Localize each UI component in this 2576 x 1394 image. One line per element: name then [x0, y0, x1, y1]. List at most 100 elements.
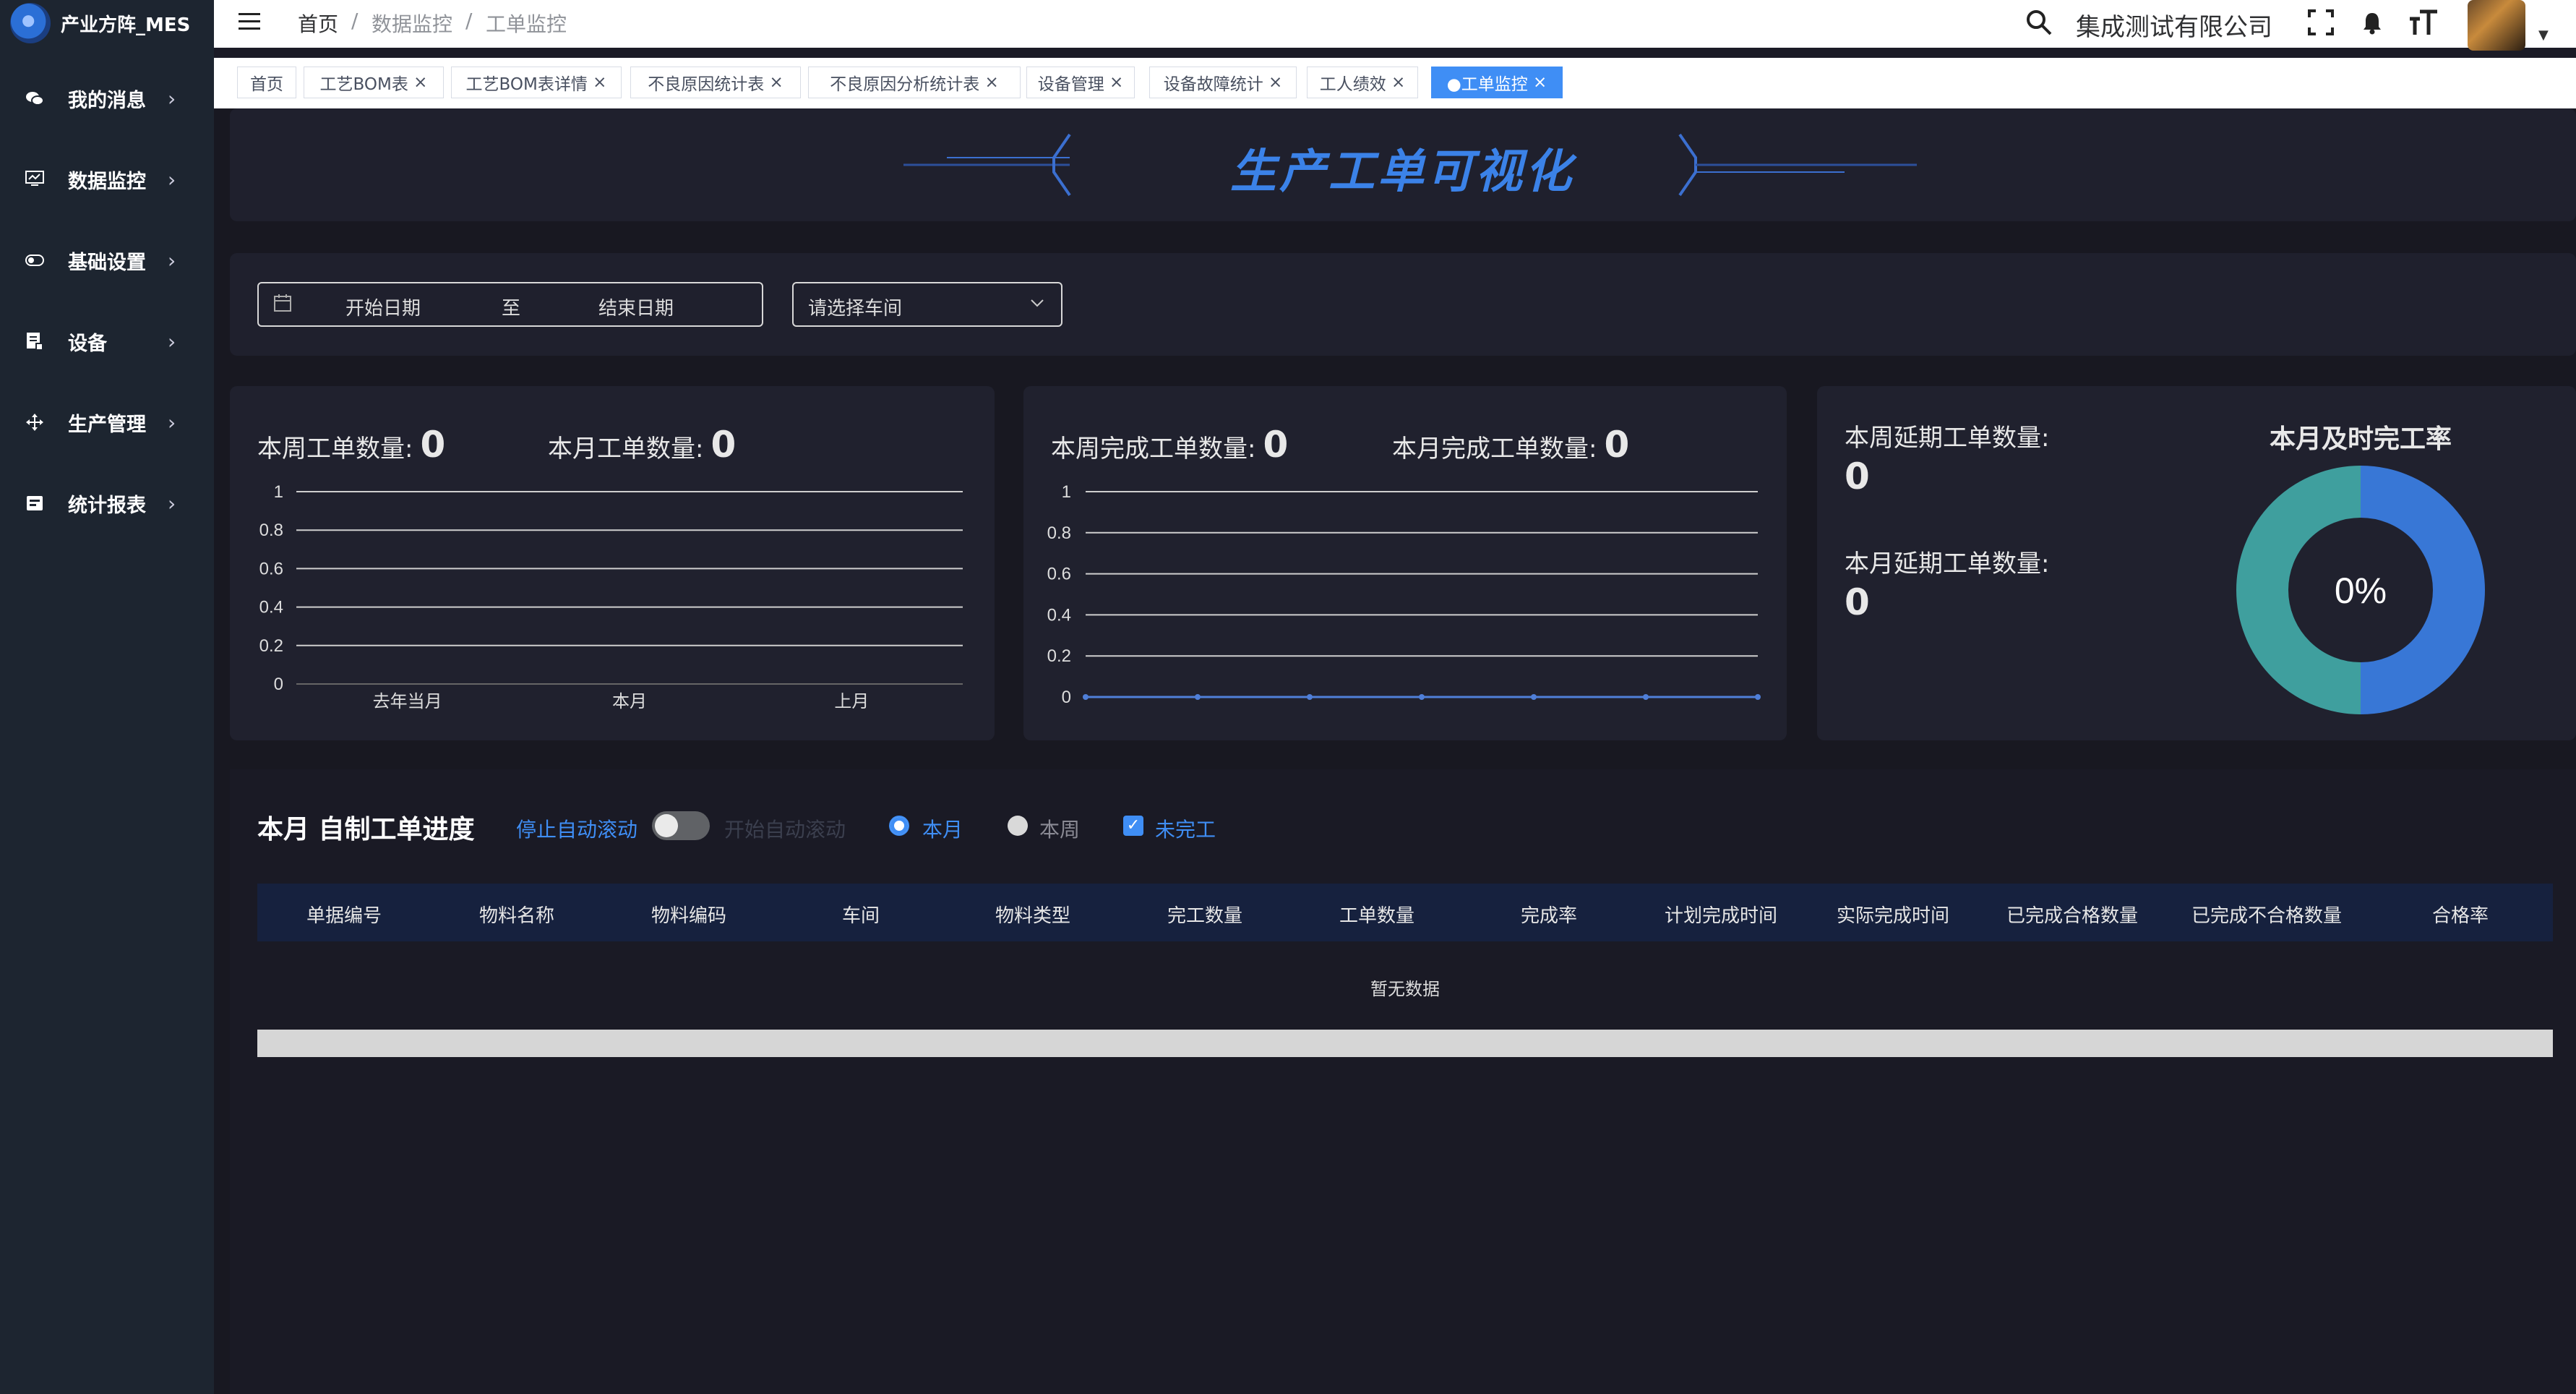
close-icon[interactable]: × [1391, 73, 1405, 92]
app-name: 产业方阵_MES [61, 14, 191, 36]
y-tick-label: 0.2 [259, 636, 283, 656]
sidebar-item-production[interactable]: 生产管理 › [0, 393, 214, 451]
chevron-right-icon: › [168, 86, 176, 111]
breadcrumb-home[interactable]: 首页 [298, 9, 338, 38]
column-header: 实际完成时间 [1836, 905, 1949, 927]
table-empty-text: 暂无数据 [1370, 979, 1440, 999]
font-size-icon[interactable] [2408, 9, 2439, 42]
column-header: 工单数量 [1339, 905, 1414, 927]
tab-label: 不良原因统计表 [648, 75, 765, 94]
sidebar-item-label: 基础设置 [68, 251, 146, 274]
end-date-input[interactable]: 结束日期 [598, 294, 674, 320]
tab-defect-stats[interactable]: 不良原因统计表 × [630, 67, 801, 98]
close-icon[interactable]: × [593, 73, 606, 92]
month-done-stat: 本月完成工单数量: 0 [1392, 424, 1629, 466]
calendar-icon [273, 294, 292, 317]
tab-label: 首页 [250, 75, 283, 94]
close-icon[interactable]: × [770, 73, 783, 92]
y-tick-label: 0.6 [1047, 565, 1071, 584]
sidebar-item-data-monitor[interactable]: 数据监控 › [0, 150, 214, 208]
sidebar-item-label: 设备 [68, 332, 107, 355]
sidebar-item-label: 数据监控 [68, 170, 146, 193]
sidebar-item-reports[interactable]: 统计报表 › [0, 474, 214, 532]
y-tick-label: 0.6 [259, 559, 283, 578]
ontime-rate-title: 本月及时完工率 [2270, 424, 2452, 454]
radio-week-label[interactable]: 本周 [1039, 814, 1080, 843]
caret-down-icon[interactable]: ▼ [2538, 27, 2549, 43]
y-tick-label: 0.8 [1047, 523, 1071, 543]
tab-home[interactable]: 首页 [237, 67, 296, 98]
column-header: 物料名称 [478, 905, 554, 927]
breadcrumb-separator: / [465, 9, 473, 33]
report-icon [25, 493, 45, 513]
app-logo[interactable]: 产业方阵_MES [10, 3, 207, 43]
radio-month[interactable] [889, 816, 909, 836]
tab-label: 工人绩效 [1319, 75, 1386, 94]
x-tick-label: 本月 [612, 692, 647, 711]
avatar[interactable] [2468, 0, 2525, 51]
column-header: 单据编号 [306, 905, 382, 927]
date-range-picker[interactable]: 开始日期 至 结束日期 [257, 282, 763, 327]
tab-worker-performance[interactable]: 工人绩效 × [1307, 67, 1418, 98]
fullscreen-icon[interactable] [2307, 9, 2335, 42]
column-header: 物料类型 [995, 905, 1070, 927]
ontime-rate-donut: 0% [2236, 466, 2485, 714]
month-done-label: 本月完成工单数量: [1392, 435, 1597, 463]
tab-work-order-monitor[interactable]: ●工单监控 × [1431, 67, 1563, 98]
chevron-right-icon: › [168, 248, 176, 273]
close-icon[interactable]: × [413, 73, 427, 92]
banner-left-decoration [903, 133, 1071, 197]
y-tick-label: 0.4 [1047, 605, 1071, 625]
month-orders-stat: 本月工单数量: 0 [548, 424, 736, 466]
donut-center-label: 0% [2335, 570, 2387, 611]
company-name[interactable]: 集成测试有限公司 [2076, 7, 2272, 43]
move-icon [25, 412, 45, 432]
close-icon[interactable]: × [985, 73, 999, 92]
tab-equipment-fault[interactable]: 设备故障统计 × [1149, 67, 1297, 98]
breadcrumb-data-monitor[interactable]: 数据监控 [372, 9, 452, 38]
tab-label: 工艺BOM表 [319, 75, 408, 94]
tab-bom-detail[interactable]: 工艺BOM表详情 × [451, 67, 622, 98]
unfinished-checkbox[interactable]: ✓ [1123, 816, 1143, 836]
search-icon[interactable] [2025, 9, 2053, 42]
workshop-select-placeholder: 请选择车间 [808, 298, 903, 320]
stop-auto-scroll-label[interactable]: 停止自动滚动 [516, 814, 637, 843]
monitor-icon [25, 169, 45, 189]
workshop-select[interactable]: 请选择车间 [792, 282, 1062, 327]
sidebar-item-equipment[interactable]: 设备 › [0, 312, 214, 370]
tab-label: 工艺BOM表详情 [465, 75, 588, 94]
unfinished-checkbox-label[interactable]: 未完工 [1155, 814, 1216, 843]
radio-week[interactable] [1008, 816, 1028, 836]
tab-bom[interactable]: 工艺BOM表 × [304, 67, 444, 98]
sidebar-item-label: 我的消息 [68, 89, 146, 112]
sidebar-item-messages[interactable]: 我的消息 › [0, 69, 214, 127]
tab-equipment[interactable]: 设备管理 × [1026, 67, 1135, 98]
banner-right-decoration [1678, 133, 1917, 197]
radio-month-label[interactable]: 本月 [922, 814, 963, 843]
week-done-value: 0 [1263, 424, 1289, 466]
chevron-right-icon: › [168, 167, 176, 192]
tab-label: 设备管理 [1037, 75, 1104, 94]
week-orders-value: 0 [420, 424, 446, 466]
data-point [1307, 694, 1313, 700]
start-auto-scroll-label[interactable]: 开始自动滚动 [724, 814, 846, 843]
auto-scroll-switch[interactable] [652, 811, 710, 840]
close-icon[interactable]: × [1109, 73, 1123, 92]
progress-title: 本月 自制工单进度 [257, 815, 475, 844]
toggle-icon [25, 250, 45, 270]
start-date-input[interactable]: 开始日期 [345, 294, 421, 320]
horizontal-scrollbar[interactable] [257, 1030, 2553, 1057]
bell-icon[interactable] [2362, 12, 2382, 40]
sidebar-item-basic-settings[interactable]: 基础设置 › [0, 231, 214, 289]
column-header: 已完成合格数量 [2006, 905, 2138, 927]
x-tick-label: 去年当月 [373, 692, 442, 711]
data-point [1195, 694, 1201, 700]
hamburger-icon[interactable] [239, 13, 260, 32]
close-icon[interactable]: × [1268, 73, 1282, 92]
sidebar: 产业方阵_MES 我的消息 › 数据监控 › 基础设置 › 设备 › 生产管理 … [0, 0, 214, 1394]
tab-defect-analysis[interactable]: 不良原因分析统计表 × [808, 67, 1021, 98]
chevron-right-icon: › [168, 410, 176, 435]
data-point [1419, 694, 1425, 700]
close-icon[interactable]: × [1533, 73, 1547, 92]
sidebar-item-label: 生产管理 [68, 413, 146, 436]
